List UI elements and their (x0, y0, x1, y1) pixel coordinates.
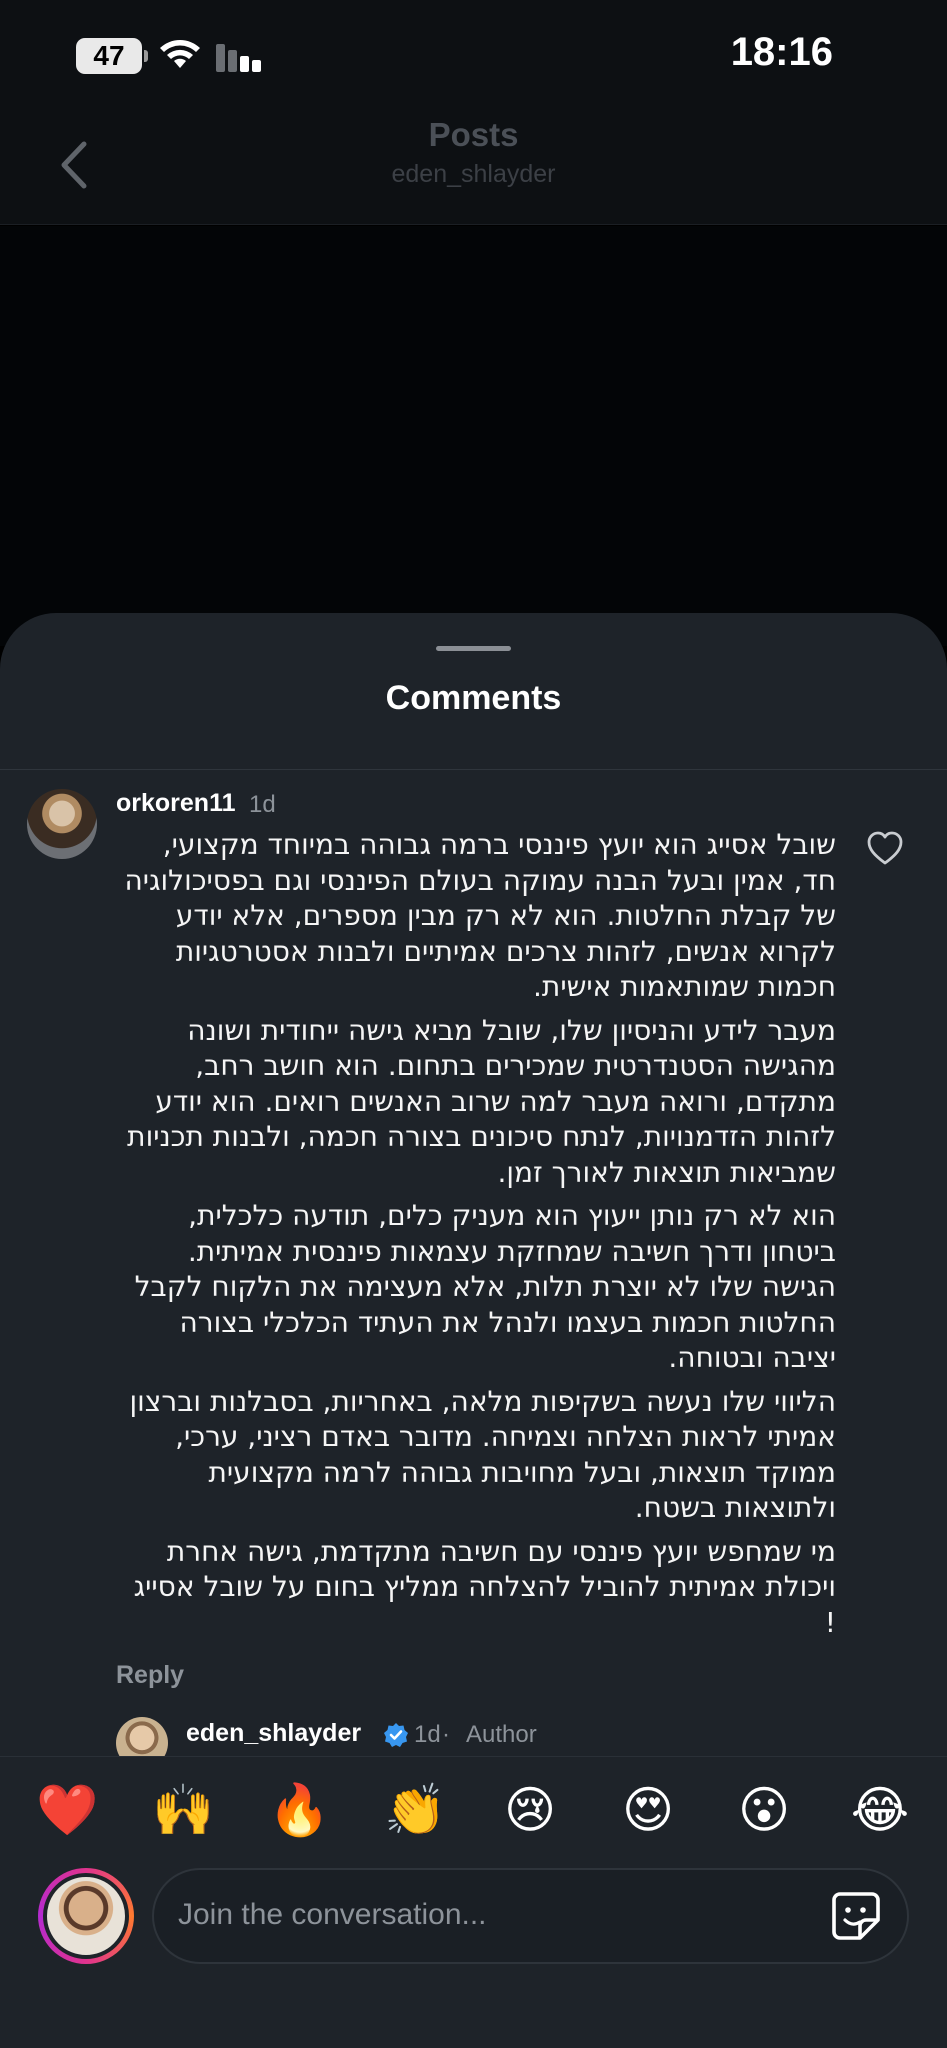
battery-icon: 47 (76, 38, 148, 74)
comment-input-placeholder[interactable]: Join the conversation... (178, 1898, 487, 1932)
cellular-signal-icon (216, 42, 266, 72)
comment-paragraph: מעבר לידע והניסיון שלו, שובל מביא גישה י… (127, 1013, 836, 1189)
verified-badge-icon (384, 1723, 408, 1747)
comment-text: שובל אסייג הוא יועץ פיננסי ברמה גבוהה במ… (116, 827, 836, 1648)
posts-header: Posts eden_shlayder (0, 110, 947, 225)
page-subtitle[interactable]: eden_shlayder (0, 160, 947, 189)
sticker-icon[interactable] (830, 1890, 882, 1942)
clock: 18:16 (730, 30, 833, 74)
sheet-grabber-handle[interactable] (436, 646, 511, 651)
commenter-avatar[interactable] (27, 789, 97, 859)
comment-paragraph: הוא לא רק נותן ייעוץ הוא מעניק כלים, תוד… (134, 1199, 836, 1374)
post-backdrop (0, 226, 947, 646)
like-heart-icon[interactable] (866, 830, 904, 866)
reaction-surprised-face[interactable]: 😮 (734, 1780, 794, 1840)
reaction-clapping-hands[interactable]: 👏 (384, 1780, 446, 1840)
author-label: Author (466, 1721, 537, 1748)
reaction-tears-of-joy[interactable]: 😂 (850, 1780, 910, 1840)
current-user-avatar[interactable] (38, 1868, 134, 1964)
reaction-crying-face[interactable]: 😢 (500, 1780, 560, 1840)
comment-username[interactable]: orkoren11 (116, 789, 236, 818)
reaction-heart-eyes[interactable]: 😍 (618, 1780, 678, 1840)
reaction-fire[interactable]: 🔥 (268, 1780, 330, 1840)
comment-paragraph: שובל אסייג הוא יועץ פיננסי ברמה גבוהה במ… (124, 828, 836, 1003)
reaction-red-heart[interactable]: ❤️ (36, 1780, 98, 1840)
wifi-icon (160, 40, 200, 68)
page-title: Posts (428, 116, 519, 153)
reply-timestamp: 1d (414, 1721, 441, 1748)
comment-paragraph: מי שמחפש יועץ פיננסי עם חשיבה מתקדמת, גי… (133, 1534, 836, 1639)
sheet-title: Comments (385, 679, 562, 717)
reply-button[interactable]: Reply (116, 1661, 184, 1690)
separator-dot: · (442, 1721, 450, 1748)
avatar-image (43, 1873, 129, 1959)
divider (0, 769, 947, 770)
comment-paragraph: הליווי שלו נעשה בשקיפות מלאה, באחריות, ב… (129, 1384, 836, 1525)
status-bar: 47 18:16 (0, 0, 947, 110)
comment-timestamp: 1d (249, 791, 276, 818)
reply-username[interactable]: eden_shlayder (186, 1719, 361, 1748)
reaction-raising-hands[interactable]: 🙌 (152, 1780, 214, 1840)
